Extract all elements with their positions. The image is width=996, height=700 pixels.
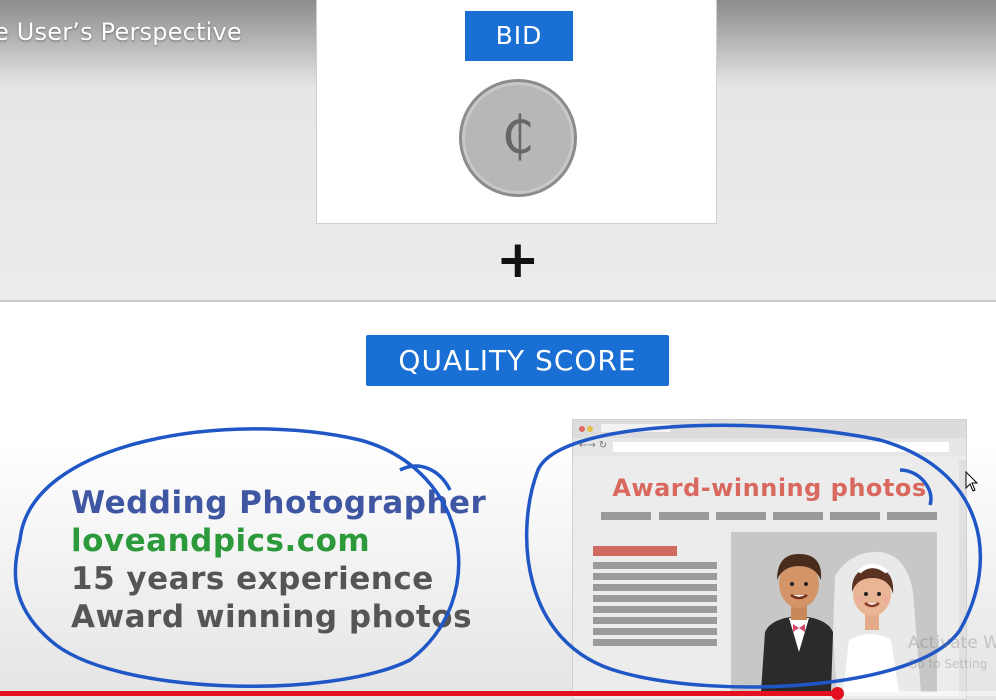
nav-placeholder [830,512,880,520]
couple-photo [731,532,937,692]
mouse-cursor-icon [965,471,979,492]
bid-label: BID [465,11,573,61]
video-progress-bar[interactable] [0,687,996,700]
browser-tab [601,424,671,432]
text-line-placeholder [593,595,717,602]
minimize-dot-icon [587,426,593,432]
landing-page-nav [601,512,941,520]
bid-card: BID ₵ [316,0,717,224]
text-ad: Wedding Photographer loveandpics.com 15 … [71,484,486,636]
nav-placeholder [887,512,937,520]
browser-nav-arrows-icon: ←→ ↻ [579,440,608,451]
text-line-placeholder [593,606,717,613]
nav-placeholder [601,512,651,520]
cent-coin-icon: ₵ [459,79,577,197]
text-line-placeholder [593,639,717,646]
ad-description-line: 15 years experience [71,561,434,597]
quality-score-label: QUALITY SCORE [366,335,669,386]
coin-symbol: ₵ [501,106,535,166]
text-line-placeholder [593,562,717,569]
nav-placeholder [659,512,709,520]
landing-page-title: Award-winning photos [612,474,927,502]
video-title: e User’s Perspective [0,18,242,46]
ad-description-line: Award winning photos [71,599,473,635]
text-line-placeholder [593,617,717,624]
browser-tab-bar [573,420,966,438]
ad-display-url: loveandpics.com [71,523,371,559]
ad-headline: Wedding Photographer [71,485,487,521]
nav-placeholder [716,512,766,520]
video-progress-fill [0,691,837,696]
nav-placeholder [773,512,823,520]
browser-address-row: ←→ ↻ [573,438,966,456]
close-dot-icon [579,426,585,432]
activation-watermark: Activate W [908,633,996,653]
activation-watermark-sub: Go to Setting [908,657,988,671]
plus-icon: + [496,230,540,290]
text-line-placeholder [593,573,717,580]
sidebar-heading-placeholder [593,546,677,556]
address-bar [613,442,949,452]
text-line-placeholder [593,584,717,591]
progress-scrubber-handle[interactable] [830,687,844,700]
text-line-placeholder [593,628,717,635]
